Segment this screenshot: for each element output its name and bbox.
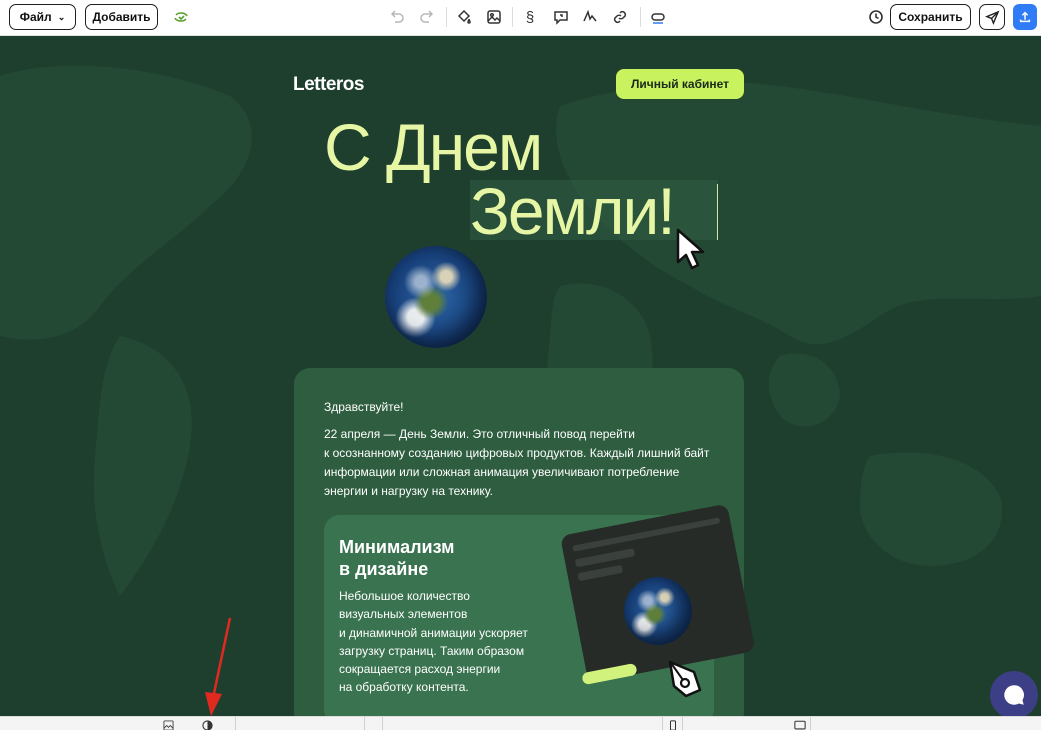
panel-divider	[382, 717, 383, 730]
send-test-button[interactable]	[979, 4, 1005, 30]
paragraph-line: информации или сложная анимация увеличив…	[324, 465, 680, 479]
file-menu-label: Файл	[19, 10, 52, 24]
image-icon[interactable]	[485, 8, 503, 26]
editor-toolbar: Файл ⌄ Добавить § Сохранить	[0, 0, 1041, 36]
undo-icon[interactable]	[388, 8, 406, 26]
add-button[interactable]: Добавить	[85, 4, 158, 30]
paragraph-line: энергии и нагрузку на технику.	[324, 484, 493, 498]
upload-icon	[1019, 11, 1031, 23]
signature-icon[interactable]	[581, 8, 599, 26]
image-icon[interactable]	[162, 719, 174, 730]
text-line: на обработку контента.	[339, 680, 469, 695]
link-icon[interactable]	[611, 8, 629, 26]
text-line: загрузку страниц. Таким образом	[339, 643, 525, 658]
pen-tool-icon	[668, 660, 702, 698]
panel-divider	[682, 717, 683, 730]
paragraph-line: 22 апреля — День Земли. Это отличный пов…	[324, 427, 635, 441]
export-button[interactable]	[1013, 4, 1037, 30]
paper-plane-icon	[984, 10, 999, 25]
comment-icon[interactable]	[552, 8, 570, 26]
file-menu-button[interactable]: Файл ⌄	[9, 4, 76, 30]
text-line: Небольшое количество	[339, 589, 470, 603]
text-line: сокращается расход энергии	[339, 662, 501, 677]
headline-line-1[interactable]: С Днем	[324, 114, 543, 180]
text-line: визуальных элементов	[339, 607, 468, 622]
title-line: в дизайне	[339, 559, 429, 579]
earth-small-image	[624, 577, 692, 645]
desktop-view-icon[interactable]	[794, 719, 806, 730]
redo-icon[interactable]	[418, 8, 436, 26]
panel-divider	[810, 717, 811, 730]
contrast-icon[interactable]	[201, 719, 213, 730]
toolbar-divider	[640, 7, 641, 27]
save-button[interactable]: Сохранить	[890, 4, 971, 30]
component-icon[interactable]	[649, 8, 667, 26]
toolbar-divider	[446, 7, 447, 27]
panel-divider	[364, 717, 365, 730]
toolbar-divider	[512, 7, 513, 27]
text-line: и динамичной анимации ускоряет	[339, 625, 528, 640]
history-icon[interactable]	[867, 8, 885, 26]
save-button-label: Сохранить	[898, 10, 963, 24]
chevron-down-icon: ⌄	[57, 11, 66, 22]
section-icon[interactable]: §	[521, 8, 539, 26]
paint-bucket-icon[interactable]	[455, 8, 473, 26]
mouse-cursor-icon	[676, 228, 705, 270]
support-chat-button[interactable]	[990, 671, 1038, 716]
minimalism-title[interactable]: Минимализм в дизайне	[339, 536, 499, 580]
text-caret	[717, 184, 718, 240]
brand-logo: Letteros	[293, 74, 364, 95]
email-canvas: Letteros Личный кабинет С Днем Земли! Зд…	[0, 36, 1041, 716]
earth-globe-image[interactable]	[385, 246, 487, 348]
minimalism-text[interactable]: Небольшое количество визуальных элементо…	[339, 587, 539, 697]
personal-account-button[interactable]: Личный кабинет	[616, 69, 744, 99]
add-button-label: Добавить	[92, 10, 151, 24]
panel-divider	[662, 717, 663, 730]
greeting-text[interactable]: Здравствуйте!	[324, 400, 404, 414]
mobile-view-icon[interactable]	[667, 719, 679, 730]
panel-divider	[235, 717, 236, 730]
chat-bubble-icon	[1004, 685, 1024, 705]
intro-paragraph[interactable]: 22 апреля — День Земли. Это отличный пов…	[324, 425, 724, 501]
paragraph-line: к осознанному созданию цифровых продукто…	[324, 446, 710, 460]
sync-status-icon[interactable]	[172, 8, 190, 26]
bottom-panel	[0, 716, 1041, 730]
headline-line-2[interactable]: Земли!	[470, 178, 676, 244]
title-line: Минимализм	[339, 537, 455, 557]
